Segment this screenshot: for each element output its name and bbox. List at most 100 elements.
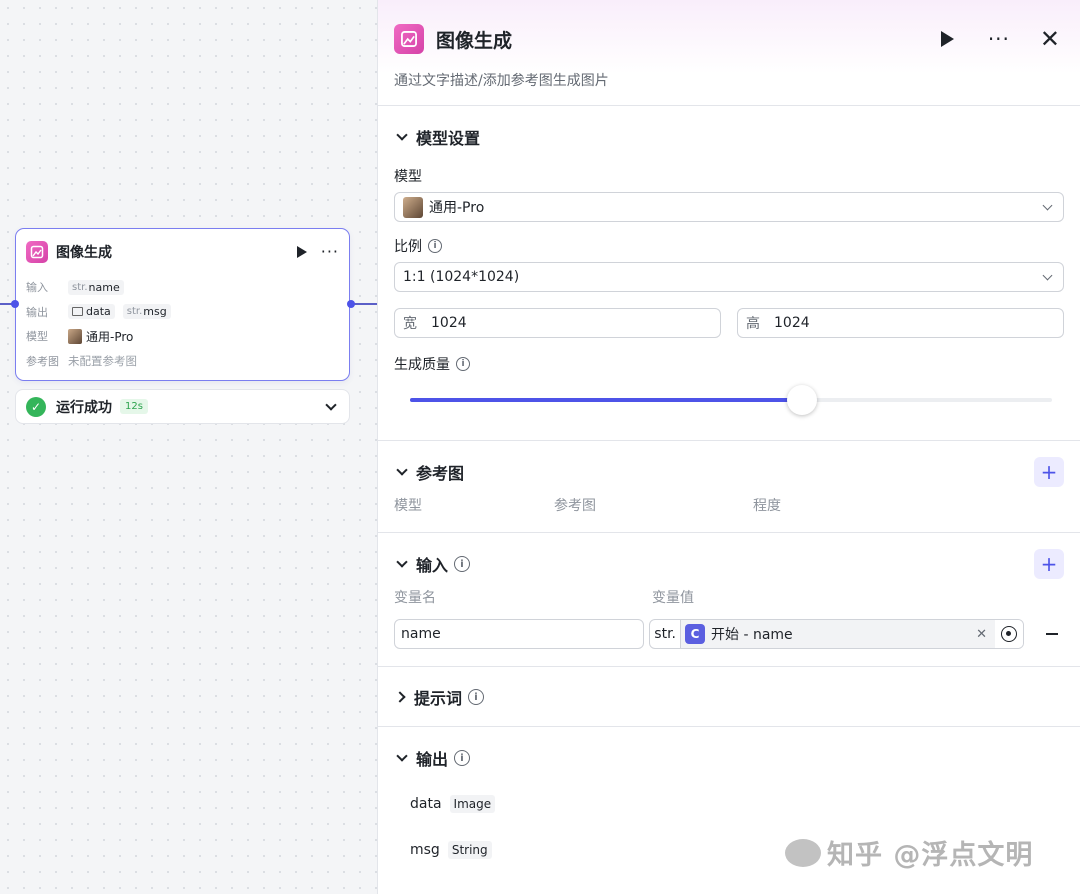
info-icon[interactable]: i <box>454 556 471 572</box>
node-model-label: 模型 <box>26 330 48 344</box>
watermark: 知乎 @浮点文明 <box>785 833 1033 872</box>
start-node-icon: C <box>685 624 705 644</box>
model-avatar-icon <box>68 328 82 344</box>
chevron-down-icon[interactable] <box>396 464 408 476</box>
chevron-down-icon <box>1042 200 1053 210</box>
section-title: 提示词 <box>414 689 463 708</box>
reference-section: 参考图 + 模型 参考图 程度 <box>378 441 1080 533</box>
more-icon[interactable]: ··· <box>988 29 1010 49</box>
panel-header: 图像生成 ··· ✕ 通过文字描述/添加参考图生成图片 <box>378 0 1080 106</box>
width-label: 宽 <box>403 316 417 332</box>
info-icon[interactable]: i <box>456 357 470 371</box>
image-icon <box>72 307 83 317</box>
close-icon[interactable]: ✕ <box>1040 27 1060 51</box>
image-generate-icon <box>26 241 48 263</box>
input-header[interactable]: 输入 i + <box>394 533 1064 595</box>
chevron-down-icon <box>1042 270 1053 280</box>
var-name-input[interactable]: name <box>394 619 645 649</box>
image-generation-node[interactable]: 图像生成 ··· 输入 str. name 输出 data str. msg 模型 … <box>15 228 350 381</box>
model-select-value: 通用-Pro <box>429 200 485 216</box>
col-degree: 程度 <box>753 498 781 514</box>
slider-fill <box>410 398 802 402</box>
height-label: 高 <box>746 316 760 332</box>
node-output-msg: str. msg <box>122 304 171 320</box>
slider-thumb[interactable] <box>786 385 817 415</box>
clear-icon[interactable]: ✕ <box>976 627 987 642</box>
quality-slider[interactable] <box>410 380 1052 420</box>
node-ref-value: 未配置参考图 <box>68 353 137 368</box>
model-settings-section: 模型设置 模型 通用-Pro 比例 i 1:1 (1024*1024) 宽 102… <box>378 106 1080 441</box>
reference-header[interactable]: 参考图 + <box>394 441 1064 503</box>
node-settings-panel: 图像生成 ··· ✕ 通过文字描述/添加参考图生成图片 模型设置 模型 通用-P… <box>377 0 1080 894</box>
node-input-port[interactable] <box>11 300 19 308</box>
chevron-down-icon[interactable] <box>396 750 408 762</box>
output-name: msg <box>410 842 440 858</box>
width-input[interactable]: 宽 1024 <box>394 308 721 338</box>
output-name: data <box>410 796 442 812</box>
run-duration-badge: 12s <box>120 399 148 414</box>
run-icon[interactable] <box>940 31 954 47</box>
run-status-bar[interactable]: ✓ 运行成功 12s <box>15 389 350 424</box>
output-type: String <box>447 841 492 859</box>
model-settings-header[interactable]: 模型设置 <box>394 106 1064 168</box>
node-output-label: 输出 <box>26 305 48 319</box>
col-var-name: 变量名 <box>394 590 436 606</box>
output-header[interactable]: 输出 i <box>394 727 1064 789</box>
outgoing-edge <box>352 303 378 305</box>
col-model: 模型 <box>394 498 422 514</box>
quality-label: 生成质量 i <box>394 354 1064 374</box>
node-run-icon[interactable] <box>296 246 307 258</box>
model-label: 模型 <box>394 169 422 185</box>
width-value: 1024 <box>431 315 467 331</box>
chevron-down-icon[interactable] <box>396 129 408 141</box>
height-input[interactable]: 高 1024 <box>737 308 1064 338</box>
ratio-select[interactable]: 1:1 (1024*1024) <box>394 262 1064 292</box>
section-title: 模型设置 <box>416 129 481 148</box>
node-more-icon[interactable]: ··· <box>321 244 339 260</box>
add-input-button[interactable]: + <box>1034 549 1064 579</box>
run-status-text: 运行成功 <box>56 399 112 416</box>
section-title: 输入 <box>416 556 449 575</box>
node-output-row: 输出 data str. msg <box>16 300 349 325</box>
node-input-var: str. name <box>68 279 124 295</box>
node-output-data: data <box>68 304 115 320</box>
info-icon[interactable]: i <box>468 689 485 705</box>
panel-title: 图像生成 <box>436 29 513 52</box>
var-ref-value: C 开始 - name ✕ <box>681 620 995 648</box>
success-check-icon: ✓ <box>26 396 46 417</box>
col-var-value: 变量值 <box>652 590 694 606</box>
image-generate-icon <box>394 24 424 54</box>
node-ref-row: 参考图 未配置参考图 <box>16 349 349 374</box>
chevron-right-icon[interactable] <box>394 691 406 703</box>
node-output-port[interactable] <box>347 300 355 308</box>
var-type[interactable]: str. <box>650 620 681 648</box>
ratio-label: 比例 i <box>394 236 1064 256</box>
node-ref-label: 参考图 <box>26 354 59 368</box>
info-icon[interactable]: i <box>428 239 442 253</box>
info-icon[interactable]: i <box>454 750 471 766</box>
node-input-label: 输入 <box>26 281 48 295</box>
model-avatar-icon <box>403 196 423 218</box>
output-item: data Image <box>394 795 1064 813</box>
chevron-down-icon[interactable] <box>325 398 337 411</box>
model-select[interactable]: 通用-Pro <box>394 192 1064 222</box>
node-input-row: 输入 str. name <box>16 275 349 300</box>
add-reference-button[interactable]: + <box>1034 457 1064 487</box>
ratio-select-value: 1:1 (1024*1024) <box>403 269 520 285</box>
prompt-section: 提示词 i <box>378 667 1080 727</box>
wechat-logo-icon <box>785 838 821 867</box>
node-model-value: 通用-Pro <box>86 329 134 344</box>
input-section: 输入 i + 变量名 变量值 name str. C 开始 - name ✕ <box>378 533 1080 667</box>
prompt-header[interactable]: 提示词 i <box>394 667 1064 727</box>
var-value-ref[interactable]: str. C 开始 - name ✕ <box>649 619 1024 649</box>
chevron-down-icon[interactable] <box>396 556 408 568</box>
section-title: 输出 <box>416 750 449 769</box>
remove-input-button[interactable] <box>1040 627 1064 641</box>
section-title: 参考图 <box>416 464 465 483</box>
col-reference: 参考图 <box>554 498 596 514</box>
variable-picker-icon[interactable] <box>995 620 1023 648</box>
node-model-row: 模型 通用-Pro <box>16 324 349 349</box>
output-type: Image <box>449 795 496 813</box>
panel-description: 通过文字描述/添加参考图生成图片 <box>394 73 609 89</box>
node-title: 图像生成 <box>56 245 112 261</box>
